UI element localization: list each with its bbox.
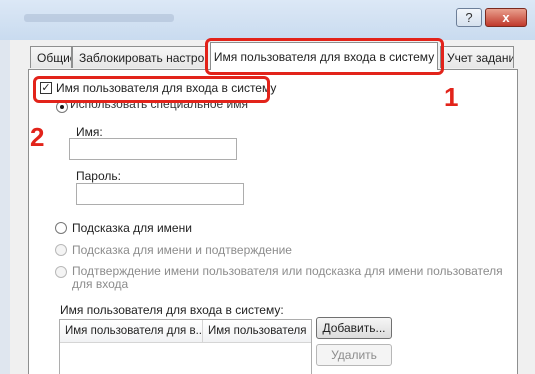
radio-hint-confirm[interactable] [55, 244, 67, 256]
column-header-login-name[interactable]: Имя пользователя для в... [60, 320, 203, 342]
tab-lock-settings[interactable]: Заблокировать настройк [72, 46, 208, 68]
radio-hint-confirm-label[interactable]: Подсказка для имени и подтверждение [72, 243, 292, 257]
window-title-blurred [24, 14, 174, 22]
login-list-title: Имя пользователя для входа в систему: [60, 303, 284, 317]
password-label: Пароль: [76, 169, 121, 183]
delete-button[interactable]: Удалить [316, 344, 392, 366]
radio-special-name-label[interactable]: Использовать специальное имя [70, 103, 248, 112]
radio-name-hint-label[interactable]: Подсказка для имени [72, 221, 192, 235]
name-label: Имя: [76, 125, 103, 139]
radio-confirm-or-hint[interactable] [55, 266, 67, 278]
tab-general[interactable]: Общие [30, 46, 72, 68]
tab-job-accounting[interactable]: Учет заданий [440, 46, 514, 68]
add-button[interactable]: Добавить... [316, 317, 392, 339]
radio-name-hint[interactable] [55, 222, 67, 234]
password-input[interactable] [76, 183, 244, 205]
list-header: Имя пользователя для в... Имя пользовате… [60, 320, 311, 343]
highlight-tab [205, 38, 444, 75]
step-number-1: 1 [444, 82, 459, 112]
name-input[interactable] [69, 138, 237, 160]
column-header-user-name[interactable]: Имя пользователя [203, 320, 311, 342]
left-edge [0, 40, 10, 374]
login-list[interactable]: Имя пользователя для в... Имя пользовате… [59, 319, 312, 374]
window-titlebar: ? x [0, 0, 535, 41]
step-number-2: 2 [30, 122, 45, 152]
close-button[interactable]: x [485, 8, 527, 27]
highlight-checkbox [33, 76, 270, 103]
help-button[interactable]: ? [456, 8, 482, 27]
radio-confirm-or-hint-label[interactable]: Подтверждение имени пользователя или под… [72, 265, 512, 291]
